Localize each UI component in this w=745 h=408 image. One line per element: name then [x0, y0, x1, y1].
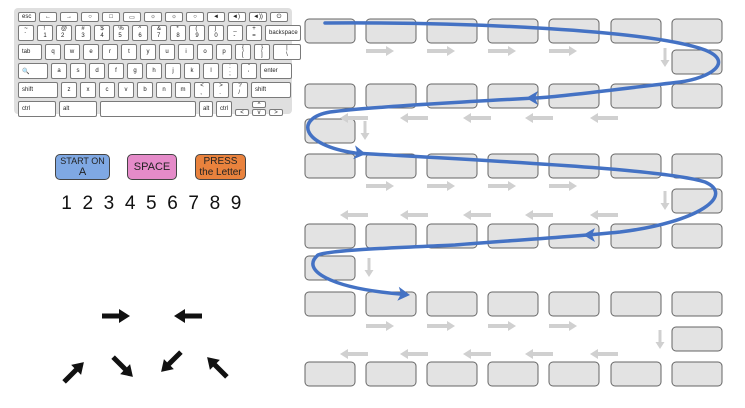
keyboard-path-board — [304, 18, 723, 387]
board-cell-r5-c4 — [548, 361, 600, 387]
board-cell-r4-c0 — [304, 291, 356, 317]
guide-left-arrow-1-3 — [525, 210, 553, 220]
guide-down-arrow-1 — [660, 48, 670, 67]
guide-left-arrow-1-2 — [463, 210, 491, 220]
guide-right-arrow-1-2 — [488, 181, 516, 191]
guide-left-arrow-0-4 — [590, 113, 618, 123]
board-cell-r5-c3 — [487, 361, 539, 387]
guide-right-arrow-0-0 — [366, 46, 394, 56]
guide-right-arrow-1-1 — [427, 181, 455, 191]
board-cell-r4-c2 — [426, 291, 478, 317]
guide-down-arrow-5 — [655, 330, 665, 349]
guide-left-arrow-2-4 — [590, 349, 618, 359]
guide-right-arrow-2-1 — [427, 321, 455, 331]
guide-left-arrow-2-0 — [340, 349, 368, 359]
guide-left-arrow-0-1 — [400, 113, 428, 123]
board-cell-r1-c6 — [671, 83, 723, 109]
board-cell-r0-c6 — [671, 18, 723, 44]
guide-down-arrow-4 — [364, 258, 374, 277]
guide-down-arrow-2 — [360, 121, 370, 140]
board-cell-r3-c1 — [365, 223, 417, 249]
guide-left-arrow-2-2 — [463, 349, 491, 359]
board-cell-r5-c0 — [304, 361, 356, 387]
guide-right-arrow-2-2 — [488, 321, 516, 331]
board-cell-r3-c6 — [671, 223, 723, 249]
board-cell-r3-c0 — [304, 223, 356, 249]
guide-right-arrow-1-3 — [549, 181, 577, 191]
board-cell-r2-c3 — [487, 153, 539, 179]
guide-left-arrow-0-2 — [463, 113, 491, 123]
guide-right-arrow-0-2 — [488, 46, 516, 56]
guide-right-arrow-0-3 — [549, 46, 577, 56]
board-cell-r1-c0 — [304, 83, 356, 109]
board-connector-cell-5 — [671, 326, 723, 352]
guide-left-arrow-2-1 — [400, 349, 428, 359]
board-cell-r2-c0 — [304, 153, 356, 179]
guide-right-arrow-2-0 — [366, 321, 394, 331]
guide-right-arrow-2-3 — [549, 321, 577, 331]
guide-left-arrow-1-4 — [590, 210, 618, 220]
board-cell-r5-c1 — [365, 361, 417, 387]
board-cell-r2-c6 — [671, 153, 723, 179]
board-cell-r4-c5 — [610, 291, 662, 317]
board-cell-r4-c3 — [487, 291, 539, 317]
guide-right-arrow-1-0 — [366, 181, 394, 191]
board-cell-r5-c2 — [426, 361, 478, 387]
guide-left-arrow-0-3 — [525, 113, 553, 123]
board-cell-r4-c6 — [671, 291, 723, 317]
guide-left-arrow-1-0 — [340, 210, 368, 220]
board-cell-r0-c3 — [487, 18, 539, 44]
board-cell-r5-c5 — [610, 361, 662, 387]
board-cell-r3-c3 — [487, 223, 539, 249]
board-cell-r4-c4 — [548, 291, 600, 317]
guide-down-arrow-3 — [660, 191, 670, 210]
guide-right-arrow-0-1 — [427, 46, 455, 56]
board-cell-r5-c6 — [671, 361, 723, 387]
guide-left-arrow-2-3 — [525, 349, 553, 359]
guide-left-arrow-1-1 — [400, 210, 428, 220]
